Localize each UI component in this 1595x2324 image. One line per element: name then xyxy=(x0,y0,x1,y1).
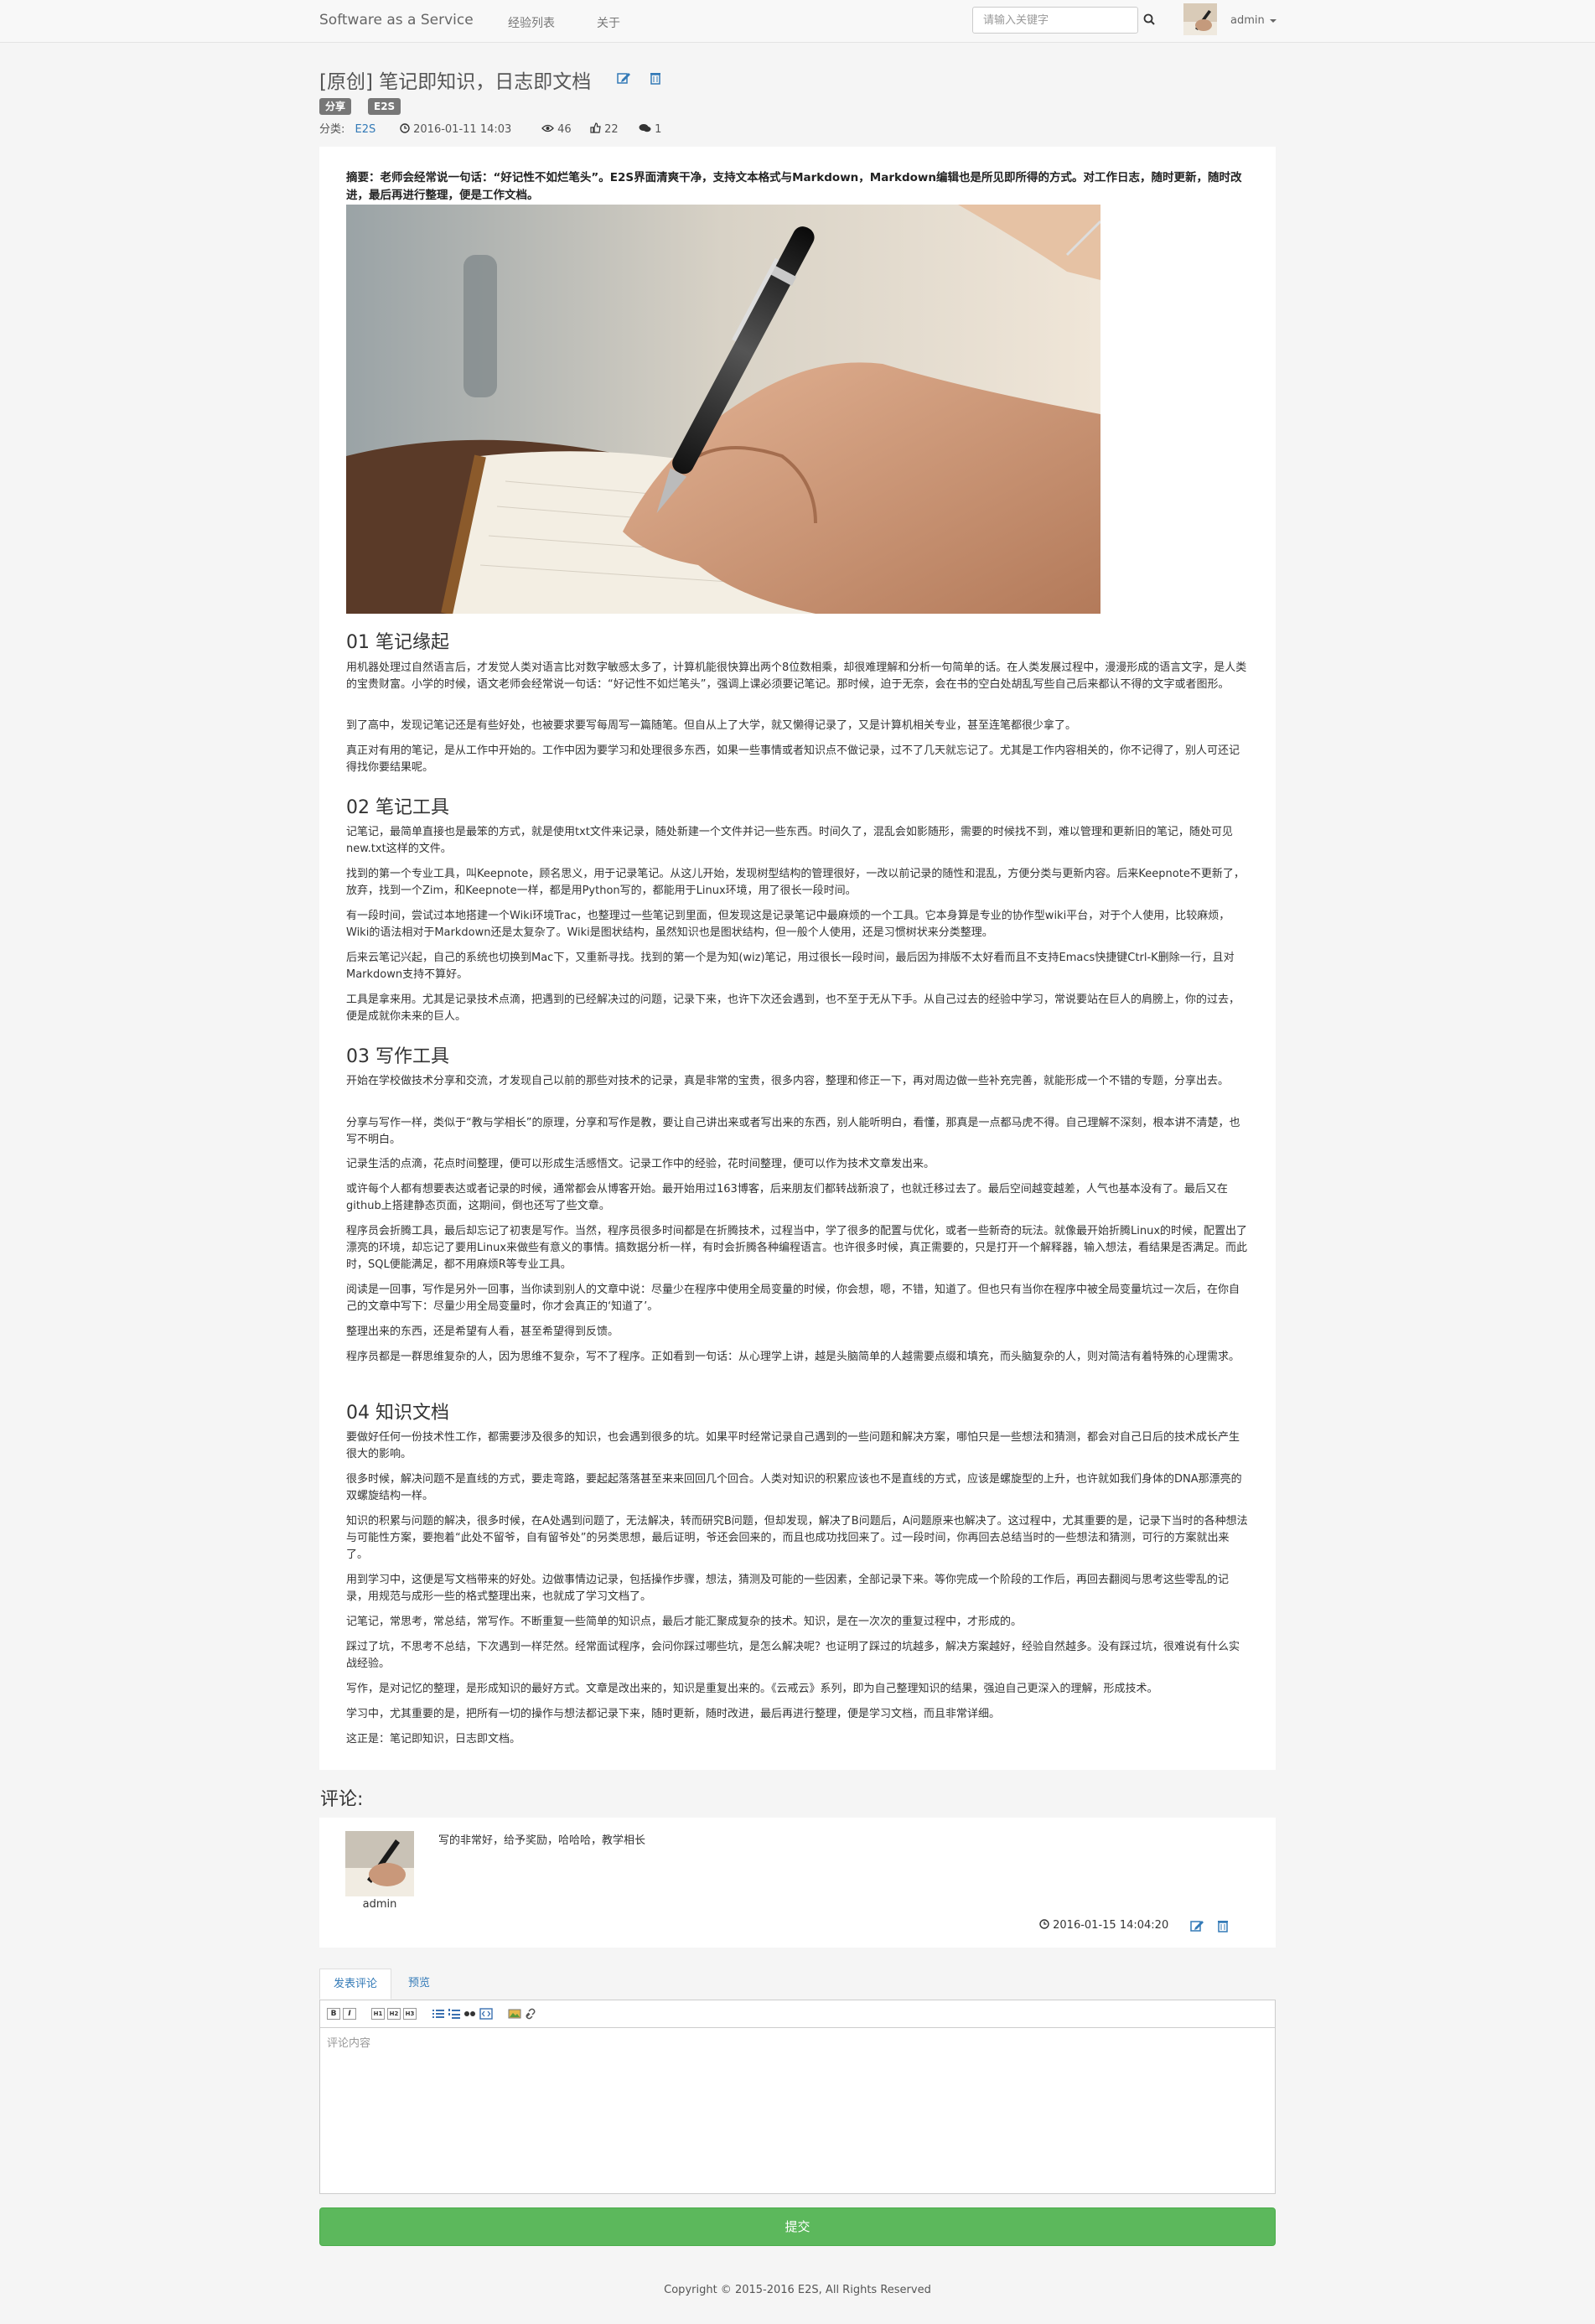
paragraph: 真正对有用的笔记，是从工作中开始的。工作中因为要学习和处理很多东西，如果一些事情… xyxy=(346,744,1240,774)
search-input[interactable] xyxy=(981,8,1111,33)
category-link[interactable]: E2S xyxy=(355,123,376,136)
nav-link-about[interactable]: 关于 xyxy=(597,14,620,31)
paragraph: 程序员都是一群思维复杂的人，因为思维不复杂，写不了程序。正如看到一句话：从心理学… xyxy=(346,1351,1240,1363)
paragraph: 有一段时间，尝试过本地搭建一个Wiki环境Trac，也整理过一些笔记到里面，但发… xyxy=(346,910,1230,939)
submit-button[interactable]: 提交 xyxy=(319,2207,1276,2246)
search-icon xyxy=(1143,13,1155,25)
comment-textarea[interactable] xyxy=(325,2032,1267,2187)
paragraph: 记录生活的点滴，花点时间整理，便可以形成生活感悟文。记录工作中的经验，花时间整理… xyxy=(346,1158,935,1170)
user-menu[interactable]: admin xyxy=(1230,14,1277,27)
post-summary: 摘要：老师会经常说一句话：“好记性不如烂笔头”。E2S界面清爽干净，支持文本格式… xyxy=(346,171,1242,202)
bullet-list-icon[interactable] xyxy=(432,2008,445,2020)
trash-icon[interactable] xyxy=(648,70,663,86)
paragraph: 这正是：笔记即知识，日志即文档。 xyxy=(346,1733,521,1746)
paragraph: 到了高中，发现记笔记还是有些好处，也被要求要写每周写一篇随笔。但自从上了大学，就… xyxy=(346,719,1077,732)
eye-icon xyxy=(541,124,554,132)
paragraph: 很多时候，解决问题不是直线的方式，要走弯路，要起起落落甚至来来回回几个回合。人类… xyxy=(346,1473,1242,1502)
section-heading-4: 04 知识文档 xyxy=(346,1403,449,1424)
comment-trash-icon[interactable] xyxy=(1215,1918,1230,1933)
comment-time: 2016-01-15 14:04:20 xyxy=(1039,1919,1168,1932)
paragraph: 程序员会折腾工具，最后却忘记了初衷是写作。当然，程序员很多时间都是在折腾技术，过… xyxy=(346,1225,1248,1271)
avatar[interactable] xyxy=(1183,3,1217,35)
post-comment-count: 1 xyxy=(639,122,661,137)
link-icon[interactable] xyxy=(524,2008,537,2020)
user-name: admin xyxy=(1230,14,1265,27)
paragraph: 踩过了坑，不思考不总结，下次遇到一样茫然。经常面试程序，会问你踩过哪些坑，是怎么… xyxy=(346,1641,1240,1670)
bold-button[interactable]: B xyxy=(327,2008,340,2020)
article-image xyxy=(346,205,1100,614)
section-heading-2: 02 笔记工具 xyxy=(346,797,449,818)
comments-title: 评论: xyxy=(320,1789,364,1810)
paragraph: 或许每个人都有想要表达或者记录的时候，通常都会从博客开始。最开始用过163博客，… xyxy=(346,1183,1228,1212)
paragraph: 找到的第一个专业工具，叫Keepnote，顾名思义，用于记录笔记。从这儿开始，发… xyxy=(346,868,1245,897)
post-meta: 分类: E2S xyxy=(319,122,375,137)
paragraph: 要做好任何一份技术性工作，都需要涉及很多的知识，也会遇到很多的坑。如果平时经常记… xyxy=(346,1431,1240,1460)
search-button[interactable] xyxy=(1140,7,1158,34)
clock-icon xyxy=(1039,1919,1049,1929)
nav-link-experience-list[interactable]: 经验列表 xyxy=(508,14,555,31)
paragraph: 知识的积累与问题的解决，很多时候，在A处遇到问题了，无法解决，转而研究B问题，但… xyxy=(346,1515,1248,1561)
paragraph: 工具是拿来用。尤其是记录技术点滴，把遇到的已经解决过的问题，记录下来，也许下次还… xyxy=(346,993,1240,1023)
comment-user[interactable]: admin xyxy=(345,1898,414,1911)
footer-copyright: Copyright © 2015-2016 E2S, All Rights Re… xyxy=(664,2284,931,2296)
paragraph: 后来云笔记兴起，自己的系统也切换到Mac下，又重新寻找。找到的第一个是为知(wi… xyxy=(346,952,1235,981)
paragraph: 记笔记，最简单直接也是最笨的方式，就是使用txt文件来记录，随处新建一个文件并记… xyxy=(346,826,1233,855)
paragraph: 阅读是一回事，写作是另外一回事，当你读到别人的文章中说：尽量少在程序中使用全局变… xyxy=(346,1284,1240,1313)
paragraph: 写作，是对记忆的整理，是形成知识的最好方式。文章是改出来的，知识是重复出来的。《… xyxy=(346,1683,1158,1695)
paragraph: 用机器处理过自然语言后，才发觉人类对语言比对数字敏感太多了，计算机能很快算出两个… xyxy=(346,661,1247,691)
caret-down-icon xyxy=(1269,18,1277,23)
paragraph: 整理出来的东西，还是希望有人看，甚至希望得到反馈。 xyxy=(346,1325,619,1338)
paragraph: 用到学习中，这便是写文档带来的好处。边做事情边记录，包括操作步骤，想法，猜测及可… xyxy=(346,1574,1230,1603)
h2-button[interactable]: H2 xyxy=(387,2008,401,2020)
clock-icon xyxy=(400,123,410,133)
comment-editor: B I H1 H2 H3 xyxy=(319,2000,1276,2194)
paragraph: 学习中，尤其重要的是，把所有一切的操作与想法都记录下来，随时更新，随时改进，最后… xyxy=(346,1708,1001,1720)
comment-edit-icon[interactable] xyxy=(1189,1918,1204,1933)
image-icon[interactable] xyxy=(508,2008,521,2020)
paragraph: 记笔记，常思考，常总结，常写作。不断重复一些简单的知识点，最后才能汇聚成复杂的技… xyxy=(346,1616,1023,1628)
code-icon[interactable] xyxy=(479,2008,493,2020)
tag-share[interactable]: 分享 xyxy=(319,98,352,115)
edit-icon[interactable] xyxy=(616,70,631,86)
post-likes[interactable]: 22 xyxy=(590,122,619,137)
post-title: [原创] 笔记即知识，日志即文档 xyxy=(319,71,592,93)
comments-icon xyxy=(639,124,651,132)
tag-e2s[interactable]: E2S xyxy=(368,98,401,115)
brand-link[interactable]: Software as a Service xyxy=(319,12,474,29)
post-views: 46 xyxy=(541,122,572,137)
paragraph: 分享与写作一样，类似于“教与学相长”的原理，分享和写作是教，要让自己讲出来或者写… xyxy=(346,1117,1240,1146)
italic-button[interactable]: I xyxy=(343,2008,356,2020)
category-label: 分类: xyxy=(319,123,345,136)
section-heading-1: 01 笔记缘起 xyxy=(346,632,449,653)
tab-post-comment[interactable]: 发表评论 xyxy=(319,1969,392,2000)
navbar: Software as a Service 经验列表 关于 admin xyxy=(0,0,1595,43)
numbered-list-icon[interactable] xyxy=(448,2008,461,2020)
comment-text: 写的非常好，给予奖励，哈哈哈，教学相长 xyxy=(438,1834,646,1847)
post-date: 2016-01-11 14:03 xyxy=(400,122,511,137)
comment-avatar xyxy=(345,1831,414,1896)
tab-preview[interactable]: 预览 xyxy=(408,1969,430,2000)
h1-button[interactable]: H1 xyxy=(371,2008,385,2020)
search-box xyxy=(972,7,1138,34)
section-heading-3: 03 写作工具 xyxy=(346,1046,449,1067)
paragraph: 开始在学校做技术分享和交流，才发现自己以前的那些对技术的记录，真是非常的宝贵，很… xyxy=(346,1075,1230,1087)
quote-icon[interactable] xyxy=(463,2008,477,2020)
editor-tabs: 发表评论 预览 xyxy=(319,1969,1276,2000)
h3-button[interactable]: H3 xyxy=(403,2008,417,2020)
editor-toolbar: B I H1 H2 H3 xyxy=(320,2000,1275,2028)
thumbs-up-icon xyxy=(590,122,601,133)
